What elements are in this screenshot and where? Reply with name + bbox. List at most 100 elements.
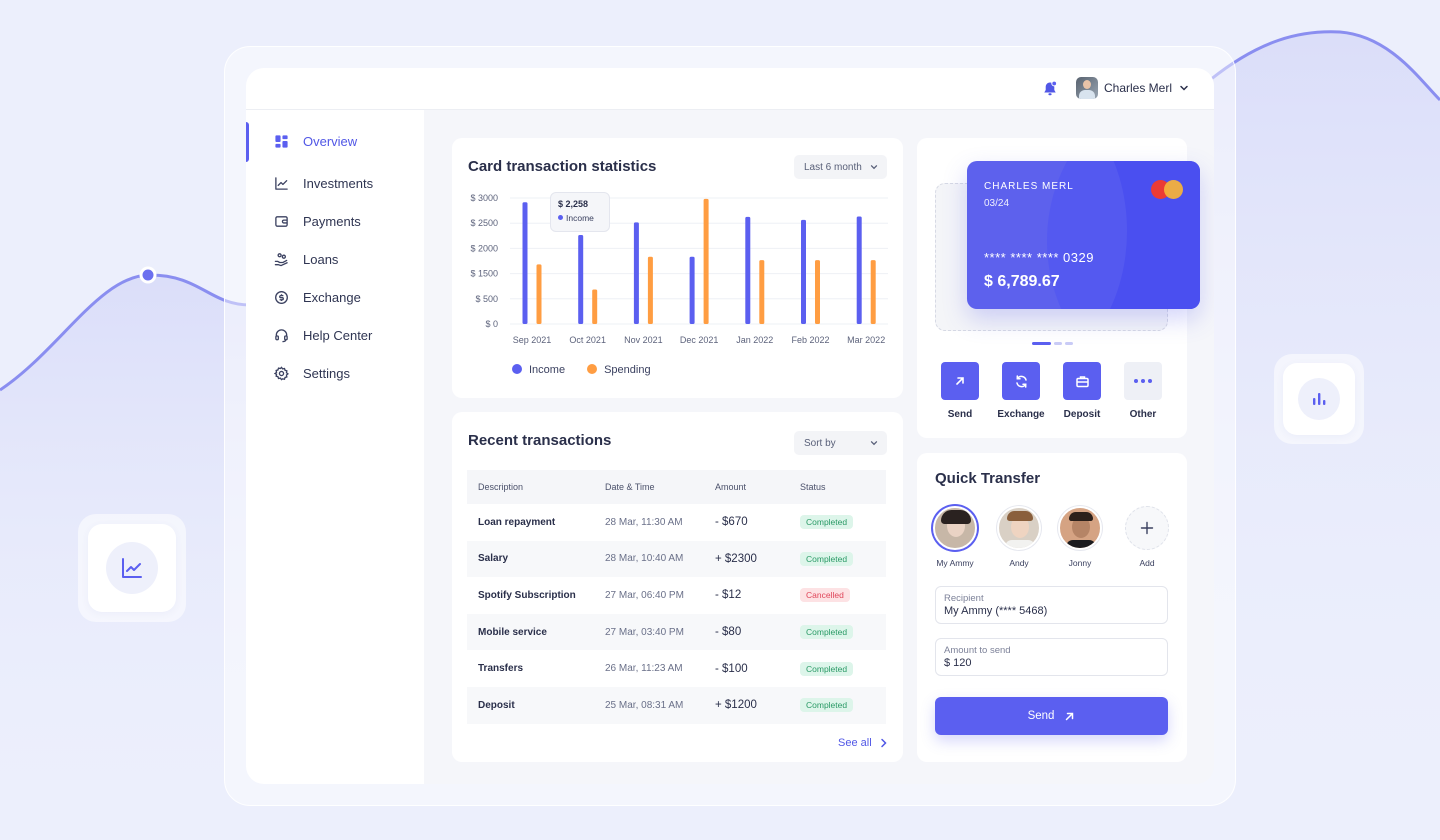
carousel-dot[interactable] (1054, 342, 1062, 345)
transaction-status-cell: Completed (789, 504, 886, 541)
y-tick-label: $ 2000 (470, 243, 498, 253)
exchange-action-button[interactable] (1002, 362, 1040, 400)
bar-spending-mar-2022[interactable] (870, 260, 876, 324)
exchange-action[interactable]: Exchange (997, 362, 1045, 420)
card-holder: CHARLES MERL (984, 181, 1074, 192)
status-badge: Completed (800, 698, 854, 713)
sidebar-item-label: Exchange (303, 289, 361, 305)
column-header: Description (467, 470, 594, 504)
bar-spending-jan-2022[interactable] (759, 260, 765, 324)
send-action[interactable]: Send (940, 362, 980, 420)
headset-icon (275, 328, 288, 342)
action-label: Other (1129, 409, 1157, 420)
tooltip-series: Income (558, 213, 594, 223)
add-contact-button[interactable] (1125, 506, 1169, 550)
loan-hand-icon (274, 252, 288, 266)
bar-spending-feb-2022[interactable] (815, 260, 820, 324)
send-action-button[interactable] (941, 362, 979, 400)
transaction-amount: - $80 (704, 613, 789, 651)
top-bar: Charles Merl (246, 68, 1214, 110)
transaction-amount: - $100 (715, 662, 748, 675)
contact-jonny[interactable]: Jonny (1050, 506, 1110, 568)
sidebar-item-help-center[interactable]: Help Center (246, 316, 424, 354)
sidebar: Overview Investments Payments Loans Exch… (246, 110, 424, 784)
dashboard-app: Charles Merl Overview Investments Paymen… (246, 68, 1214, 784)
amount-label: Amount to send (944, 645, 1011, 656)
contact-name: My Ammy (936, 558, 974, 568)
sidebar-item-investments[interactable]: Investments (246, 164, 424, 202)
carousel-dot[interactable] (1065, 342, 1073, 345)
period-dropdown[interactable]: Last 6 month (794, 155, 887, 179)
sidebar-item-settings[interactable]: Settings (246, 354, 424, 392)
contact-name: Andy (1009, 558, 1029, 568)
carousel-dot[interactable] (1032, 342, 1051, 345)
y-tick-label: $ 500 (475, 294, 498, 304)
contact-andy[interactable]: Andy (989, 506, 1049, 568)
bar-income-oct-2021[interactable] (578, 234, 584, 324)
card-balance: $ 6,789.67 (984, 273, 1060, 290)
transaction-amount: - $670 (715, 516, 748, 529)
credit-card[interactable]: CHARLES MERL 03/24 **** **** **** 0329 $… (967, 161, 1200, 309)
amount-field[interactable]: Amount to send $ 120 (935, 638, 1168, 676)
bar-spending-oct-2021[interactable] (592, 289, 598, 324)
notification-bell-icon[interactable] (1041, 80, 1059, 98)
transaction-amount: + $1200 (704, 686, 789, 724)
table-row[interactable]: Spotify Subscription 27 Mar, 06:40 PM - $1… (467, 577, 886, 614)
sidebar-item-payments[interactable]: Payments (246, 202, 424, 240)
transaction-date: 28 Mar, 11:30 AM (605, 516, 683, 528)
bar-spending-nov-2021[interactable] (647, 256, 653, 324)
bar-spending-sep-2021[interactable] (536, 264, 542, 324)
other-action[interactable]: Other (1123, 362, 1163, 420)
action-label: Send (947, 409, 973, 420)
sidebar-item-label: Investments (303, 175, 374, 191)
sidebar-item-label: Payments (303, 213, 361, 229)
bar-income-jan-2022[interactable] (745, 216, 751, 324)
see-all-link[interactable]: See all (838, 737, 888, 749)
sidebar-item-loans[interactable]: Loans (246, 240, 424, 278)
x-tick-label: Jan 2022 (736, 335, 773, 345)
transaction-description: Transfers (478, 663, 524, 675)
transaction-bar-chart: $ 3000 $ 2500 $ 2000 $ 1500 $ 500 $ 0 Sep 2021… (470, 193, 888, 345)
sidebar-item-exchange[interactable]: Exchange (246, 278, 424, 316)
table-row[interactable]: Loan repayment 28 Mar, 11:30 AM - $670 Comp… (467, 504, 886, 541)
gear-icon (274, 365, 289, 380)
quick-transfer-title: Quick Transfer (935, 470, 1041, 487)
sidebar-item-overview[interactable]: Overview (246, 122, 424, 162)
user-menu[interactable]: Charles Merl (1076, 77, 1190, 99)
dashboard-icon (275, 134, 288, 148)
recipient-field[interactable]: Recipient My Ammy (**** 5468) (935, 586, 1168, 624)
transaction-description: Loan repayment (478, 516, 556, 528)
x-tick-label: Oct 2021 (569, 335, 606, 345)
bar-stats-icon (1313, 393, 1326, 405)
bar-income-nov-2021[interactable] (633, 222, 639, 324)
action-label: Deposit (1063, 409, 1101, 420)
deposit-action-button[interactable] (1063, 362, 1101, 400)
other-action-button[interactable] (1124, 362, 1162, 400)
bar-income-mar-2022[interactable] (856, 216, 862, 324)
add-contact[interactable]: Add (1117, 506, 1177, 568)
transaction-date: 27 Mar, 06:40 PM (605, 589, 684, 601)
sort-dropdown[interactable]: Sort by (794, 431, 887, 455)
bar-income-feb-2022[interactable] (801, 219, 806, 324)
tooltip-value: $ 2,258 (558, 199, 589, 209)
transaction-description: Spotify Subscription (478, 589, 576, 601)
contact-my-ammy[interactable]: My Ammy (925, 506, 985, 568)
transaction-description: Deposit (467, 686, 594, 724)
sidebar-item-label: Help Center (303, 327, 373, 343)
transaction-status-cell: Completed (789, 650, 886, 687)
bar-spending-dec-2021[interactable] (703, 198, 709, 324)
table-row[interactable]: Deposit 25 Mar, 08:31 AM + $1200 Completed (467, 686, 886, 724)
send-button[interactable]: Send (935, 697, 1168, 735)
arrow-up-right-icon (1066, 712, 1074, 720)
table-row[interactable]: Transfers 26 Mar, 11:23 AM - $100 Completed (467, 650, 886, 687)
deposit-action[interactable]: Deposit (1062, 362, 1102, 420)
table-row[interactable]: Salary 28 Mar, 10:40 AM + $2300 Completed (467, 540, 886, 578)
y-tick-label: $ 1500 (470, 269, 498, 279)
bar-income-sep-2021[interactable] (522, 202, 528, 324)
transactions-table: Description Date & Time Amount Status Lo… (467, 470, 886, 724)
transaction-status-cell: Completed (789, 540, 886, 578)
transaction-description: Salary (467, 540, 594, 578)
bar-income-dec-2021[interactable] (689, 256, 695, 324)
table-row[interactable]: Mobile service 27 Mar, 03:40 PM - $80 Compl… (467, 613, 886, 651)
y-tick-label: $ 3000 (470, 193, 498, 203)
